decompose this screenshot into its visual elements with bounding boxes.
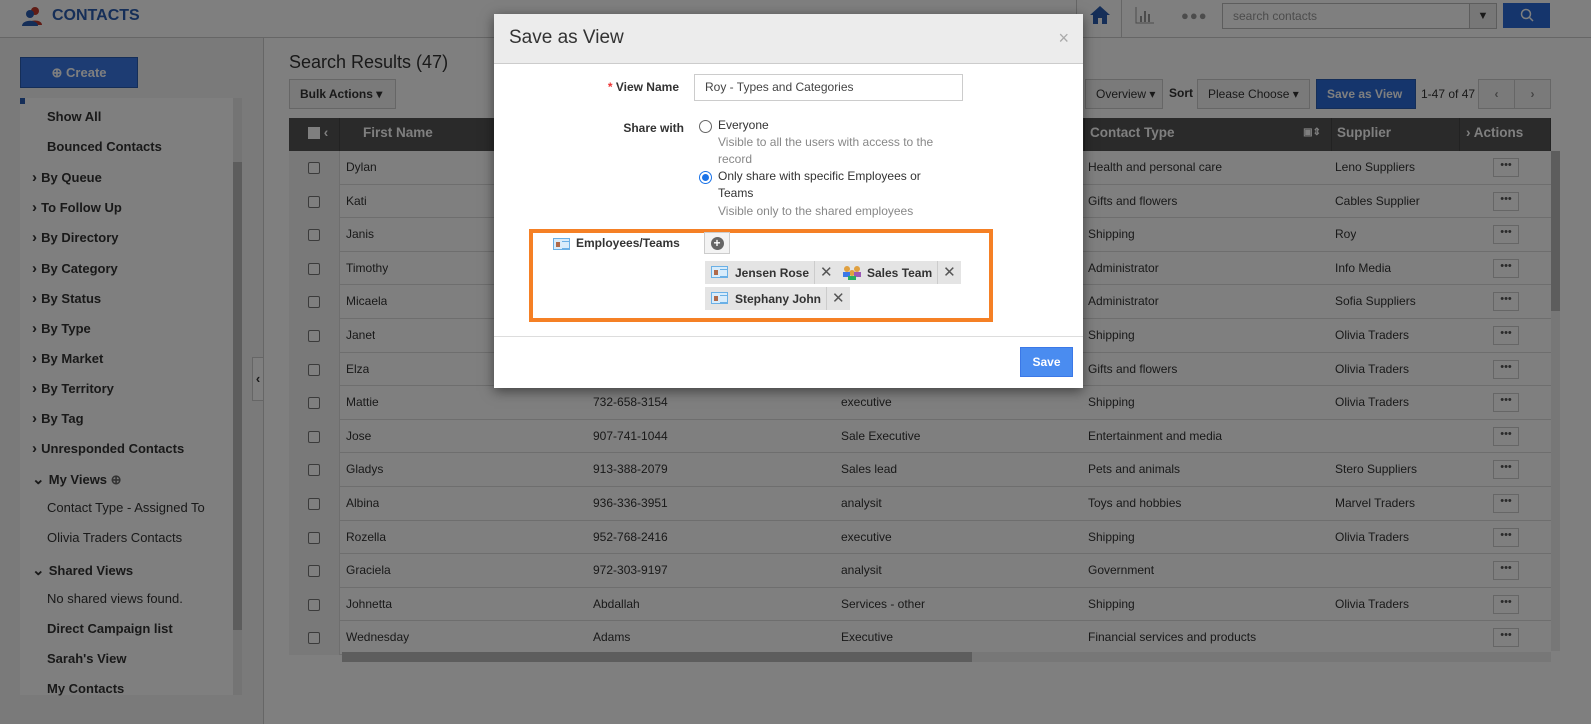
dialog-footer-divider (494, 336, 1083, 337)
share-with-label: Share with (623, 121, 684, 135)
share-everyone-description: Visible to all the users with access to … (718, 135, 934, 166)
remove-chip-icon[interactable]: ✕ (826, 287, 850, 310)
share-specific-label[interactable]: Only share with specific Employees or Te… (718, 168, 938, 202)
add-employee-button[interactable]: + (704, 232, 730, 254)
remove-chip-icon[interactable]: ✕ (937, 261, 961, 284)
share-everyone-radio[interactable] (699, 120, 712, 133)
close-icon[interactable]: × (1058, 28, 1069, 49)
plus-icon: + (710, 237, 724, 250)
remove-chip-icon[interactable]: ✕ (814, 261, 838, 284)
team-icon (843, 266, 861, 280)
share-specific-radio[interactable] (699, 171, 712, 184)
save-button[interactable]: Save (1020, 347, 1073, 377)
chip-jensen-rose: Jensen Rose ✕ (705, 261, 838, 284)
share-specific-description: Visible only to the shared employees (718, 204, 914, 218)
view-name-input[interactable]: Roy - Types and Categories (694, 74, 963, 101)
chip-sales-team: Sales Team ✕ (837, 261, 961, 284)
employees-teams-label: Employees/Teams (576, 236, 680, 250)
chip-stephany-john: Stephany John ✕ (705, 287, 850, 310)
view-name-label: * View Name (607, 80, 679, 94)
share-everyone-label[interactable]: Everyone (718, 117, 769, 134)
dialog-title: Save as View (509, 27, 624, 48)
employee-card-icon (553, 238, 570, 250)
save-as-view-dialog: Save as View × * View Name Roy - Types an… (494, 14, 1083, 388)
employee-card-icon (711, 292, 728, 304)
employee-card-icon (711, 266, 728, 278)
